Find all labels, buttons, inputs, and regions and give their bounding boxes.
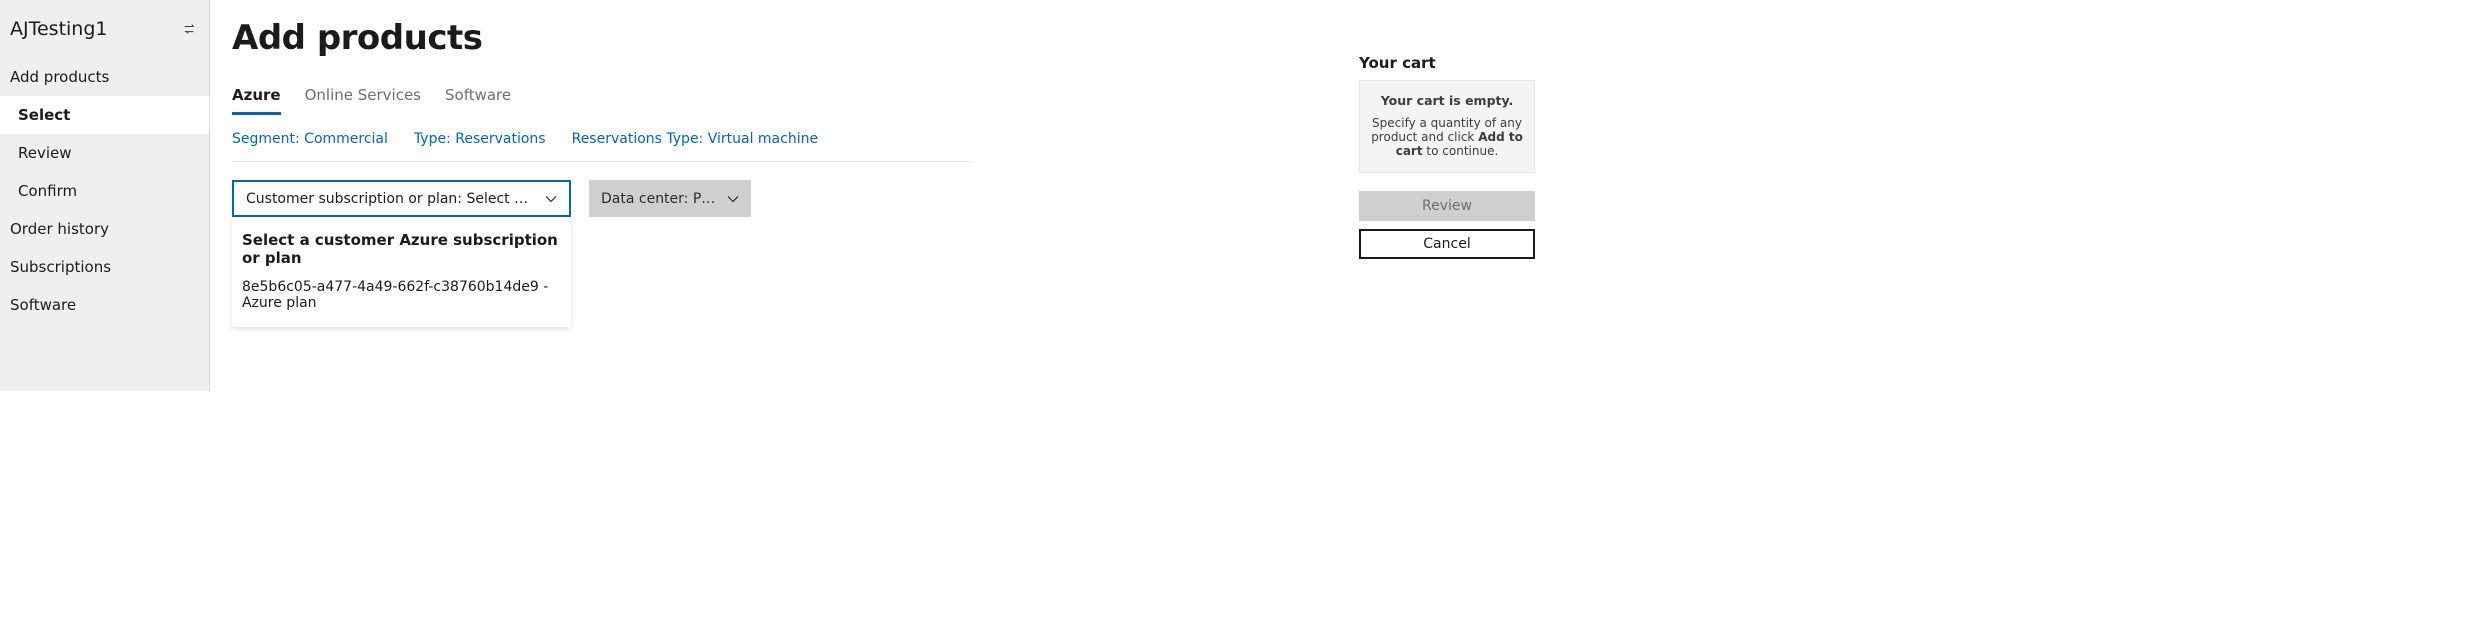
nav-label: Subscriptions	[10, 258, 111, 276]
subscription-menu: Select a customer Azure subscription or …	[232, 217, 571, 327]
chevron-down-icon	[727, 193, 739, 205]
cart-empty-box: Your cart is empty. Specify a quantity o…	[1359, 80, 1535, 173]
filter-label: Segment: Commercial	[232, 131, 388, 147]
filter-segment[interactable]: Segment: Commercial	[232, 131, 388, 147]
main: Add products Azure Online Services Softw…	[210, 0, 1555, 391]
nav-label: Select	[18, 106, 70, 124]
subscription-combo[interactable]: Customer subscription or plan: Select a …	[232, 180, 571, 217]
tab-software[interactable]: Software	[445, 80, 511, 115]
nav-label: Confirm	[18, 182, 77, 200]
nav-label: Order history	[10, 220, 109, 238]
nav-order-history[interactable]: Order history	[0, 210, 209, 248]
tab-azure[interactable]: Azure	[232, 80, 281, 115]
filter-reservations-type[interactable]: Reservations Type: Virtual machine	[572, 131, 818, 147]
combo-label: Customer subscription or plan: Select a …	[246, 191, 535, 207]
cart-panel: Your cart Your cart is empty. Specify a …	[1359, 18, 1535, 391]
subscription-option[interactable]: 8e5b6c05-a477-4a49-662f-c38760b14de9 - A…	[242, 277, 561, 313]
cancel-button[interactable]: Cancel	[1359, 229, 1535, 259]
category-tabs: Azure Online Services Software	[232, 80, 971, 115]
cart-hint-text: to continue.	[1423, 144, 1499, 158]
switch-icon[interactable]	[183, 22, 197, 36]
cart-empty-title: Your cart is empty.	[1370, 93, 1524, 108]
filter-type[interactable]: Type: Reservations	[414, 131, 546, 147]
filter-label: Reservations Type: Virtual machine	[572, 131, 818, 147]
content: Add products Azure Online Services Softw…	[232, 18, 971, 391]
page-title: Add products	[232, 18, 971, 58]
nav-label: Add products	[10, 68, 109, 86]
subscription-dropdown: Customer subscription or plan: Select a …	[232, 180, 571, 217]
review-button[interactable]: Review	[1359, 191, 1535, 221]
chevron-down-icon	[545, 193, 557, 205]
combo-label: Data center: Please select	[601, 191, 717, 207]
datacenter-combo[interactable]: Data center: Please select	[589, 180, 751, 217]
option-label: 8e5b6c05-a477-4a49-662f-c38760b14de9 - A…	[242, 279, 548, 311]
nav-software[interactable]: Software	[0, 286, 209, 324]
nav-subscriptions[interactable]: Subscriptions	[0, 248, 209, 286]
tab-label: Azure	[232, 86, 281, 104]
tenant-name: AJTesting1	[10, 18, 108, 40]
cart-heading: Your cart	[1359, 54, 1535, 72]
tab-label: Online Services	[305, 86, 421, 104]
spacer	[971, 18, 1341, 391]
nav-confirm[interactable]: Confirm	[0, 172, 209, 210]
tab-online-services[interactable]: Online Services	[305, 80, 421, 115]
menu-header: Select a customer Azure subscription or …	[242, 231, 561, 267]
nav-add-products[interactable]: Add products	[0, 58, 209, 96]
cart-hint: Specify a quantity of any product and cl…	[1370, 116, 1524, 158]
selector-row: Customer subscription or plan: Select a …	[232, 180, 971, 217]
filter-breadcrumb: Segment: Commercial Type: Reservations R…	[232, 123, 971, 162]
sidebar-header: AJTesting1	[0, 18, 209, 58]
tab-label: Software	[445, 86, 511, 104]
nav-label: Software	[10, 296, 76, 314]
button-label: Review	[1422, 198, 1472, 214]
nav-review[interactable]: Review	[0, 134, 209, 172]
nav-label: Review	[18, 144, 72, 162]
sidebar: AJTesting1 Add products Select Review Co…	[0, 0, 210, 391]
nav-select[interactable]: Select	[0, 96, 209, 134]
button-label: Cancel	[1423, 236, 1470, 252]
filter-label: Type: Reservations	[414, 131, 546, 147]
